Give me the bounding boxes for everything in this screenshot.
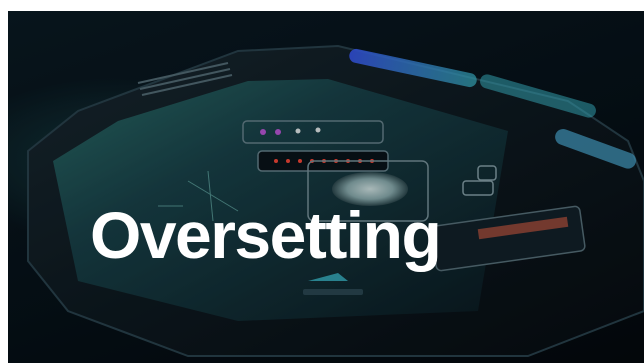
hero-banner: Oversetting	[8, 11, 644, 363]
futuristic-device-image	[8, 11, 644, 363]
banner-title: Oversetting	[90, 198, 442, 272]
